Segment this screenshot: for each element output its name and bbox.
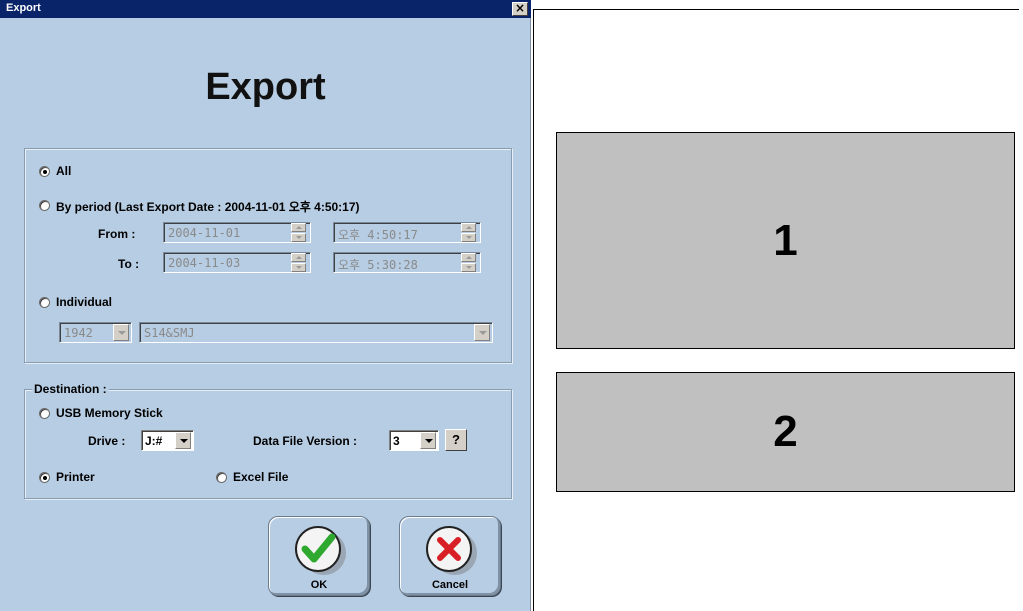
usb-label: USB Memory Stick	[56, 406, 163, 420]
version-label: Data File Version :	[253, 434, 358, 448]
drive-label: Drive :	[88, 434, 126, 448]
individual-name-select[interactable]: S14&SMJ	[139, 322, 493, 343]
ok-button[interactable]: OK	[268, 516, 370, 596]
from-time-spinner[interactable]	[461, 223, 476, 242]
from-label: From :	[98, 227, 136, 241]
to-date-spinner[interactable]	[291, 253, 306, 272]
ok-label: OK	[310, 579, 328, 591]
cancel-button[interactable]: Cancel	[399, 516, 501, 596]
usb-radio[interactable]	[39, 408, 50, 419]
excel-radio[interactable]	[216, 472, 227, 483]
to-date-field[interactable]: 2004-11-03	[163, 252, 311, 273]
by-period-label: By period (Last Export Date : 2004-11-01…	[56, 200, 360, 214]
check-icon	[295, 526, 341, 572]
callout-box-2: 2	[556, 372, 1015, 492]
version-dropdown-button[interactable]	[420, 432, 436, 449]
all-radio[interactable]	[39, 166, 50, 177]
from-date-spinner[interactable]	[291, 223, 306, 242]
individual-label: Individual	[56, 295, 113, 309]
to-time-field[interactable]: 오후 5:30:28	[333, 252, 481, 273]
by-period-radio[interactable]	[39, 200, 50, 211]
to-time-spinner[interactable]	[461, 253, 476, 272]
to-label: To :	[118, 257, 140, 271]
x-icon	[426, 526, 472, 572]
from-date-field[interactable]: 2004-11-01	[163, 222, 311, 243]
all-label: All	[56, 164, 72, 178]
callout-box-1: 1	[556, 132, 1015, 349]
printer-radio[interactable]	[39, 472, 50, 483]
individual-id-dropdown-button[interactable]	[113, 324, 129, 341]
individual-name-dropdown-button[interactable]	[474, 324, 490, 341]
drive-dropdown-button[interactable]	[175, 432, 191, 449]
help-button[interactable]: ?	[445, 429, 467, 451]
page-title: Export	[205, 66, 326, 108]
excel-label: Excel File	[233, 470, 289, 484]
export-dialog: Export × Export All By period (Last Expo…	[0, 0, 531, 611]
close-button[interactable]: ×	[512, 2, 528, 16]
destination-legend: Destination :	[32, 382, 109, 396]
title-bar: Export ×	[0, 0, 531, 18]
individual-radio[interactable]	[39, 297, 50, 308]
window-title: Export	[6, 2, 41, 14]
from-time-field[interactable]: 오후 4:50:17	[333, 222, 481, 243]
cancel-label: Cancel	[431, 579, 469, 591]
printer-label: Printer	[56, 470, 95, 484]
